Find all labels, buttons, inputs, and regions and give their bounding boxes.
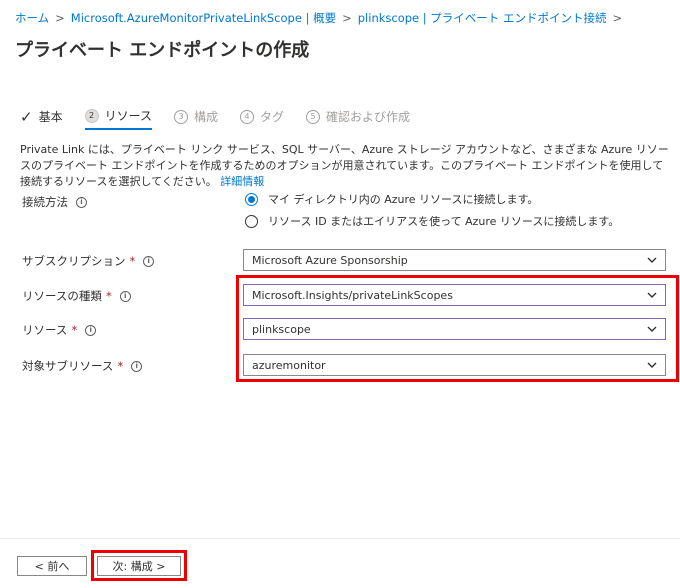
page-title: プライベート エンドポイントの作成 xyxy=(15,40,310,61)
resource-label: リソース * i xyxy=(22,322,97,338)
breadcrumb-resource-link[interactable]: Microsoft.AzureMonitorPrivateLinkScope |… xyxy=(71,10,336,26)
breadcrumb-separator: > xyxy=(342,11,352,25)
field-label: リソース xyxy=(22,323,68,337)
tab-configuration[interactable]: 3 構成 xyxy=(174,108,218,129)
field-label: リソースの種類 xyxy=(22,289,102,303)
chevron-down-icon xyxy=(647,257,657,263)
dropdown-value: Microsoft.Insights/privateLinkScopes xyxy=(252,288,453,302)
info-icon[interactable]: i xyxy=(76,196,87,208)
tab-review-create[interactable]: 5 確認および作成 xyxy=(306,108,410,129)
step-number-badge: 2 xyxy=(84,108,99,123)
step-number-badge: 5 xyxy=(306,109,321,124)
required-asterisk: * xyxy=(129,254,136,268)
tab-resource[interactable]: 2 リソース xyxy=(84,107,152,130)
chevron-down-icon xyxy=(647,326,657,332)
resource-type-label: リソースの種類 * i xyxy=(22,288,131,304)
step-number-badge: 4 xyxy=(240,109,255,124)
radio-connect-resource-id[interactable]: リソース ID またはエイリアスを使って Azure リソースに接続します。 xyxy=(245,213,619,229)
tab-tags[interactable]: 4 タグ xyxy=(240,108,284,129)
dropdown-value: azuremonitor xyxy=(252,358,326,372)
radio-connect-my-directory[interactable]: マイ ディレクトリ内の Azure リソースに接続します。 xyxy=(245,191,538,207)
field-label: サブスクリプション xyxy=(22,254,126,268)
tab-label: 確認および作成 xyxy=(326,110,411,124)
field-label: 接続方法 xyxy=(22,195,68,209)
info-icon[interactable]: i xyxy=(143,255,155,267)
dropdown-value: Microsoft Azure Sponsorship xyxy=(252,253,408,267)
chevron-down-icon xyxy=(647,292,657,298)
tab-basics[interactable]: ✓ 基本 xyxy=(20,108,63,130)
subscription-dropdown[interactable]: Microsoft Azure Sponsorship xyxy=(243,249,666,271)
breadcrumb-endpoint-link[interactable]: plinkscope | プライベート エンドポイント接続 xyxy=(358,10,607,26)
tab-label: 基本 xyxy=(38,110,63,124)
info-icon[interactable]: i xyxy=(131,360,143,372)
target-subresource-label: 対象サブリソース * i xyxy=(22,358,143,374)
tab-label: タグ xyxy=(260,110,285,124)
connection-method-label: 接続方法 i xyxy=(22,194,87,210)
chevron-down-icon xyxy=(647,362,657,368)
next-configuration-button[interactable]: 次: 構成 > xyxy=(97,556,181,576)
intro-description: Private Link には、プライベート リンク サービス、SQL サーバー… xyxy=(20,142,670,190)
required-asterisk: * xyxy=(117,359,124,373)
field-label: 対象サブリソース xyxy=(22,359,114,373)
wizard-tabs: ✓ 基本 2 リソース 3 構成 4 タグ 5 確認および作成 xyxy=(20,107,432,130)
target-subresource-dropdown[interactable]: azuremonitor xyxy=(243,354,666,376)
radio-button[interactable] xyxy=(245,214,258,228)
subscription-label: サブスクリプション * i xyxy=(22,253,155,269)
tab-label: 構成 xyxy=(194,110,219,124)
footer-divider xyxy=(0,538,680,539)
required-asterisk: * xyxy=(105,289,112,303)
breadcrumb-separator: > xyxy=(55,11,65,25)
resource-type-dropdown[interactable]: Microsoft.Insights/privateLinkScopes xyxy=(243,284,666,306)
resource-dropdown[interactable]: plinkscope xyxy=(243,318,666,340)
checkmark-icon: ✓ xyxy=(20,107,33,126)
breadcrumb-home-link[interactable]: ホーム xyxy=(15,10,49,26)
radio-button[interactable] xyxy=(245,192,258,206)
required-asterisk: * xyxy=(71,323,78,337)
tab-label: リソース xyxy=(104,109,152,123)
radio-label: リソース ID またはエイリアスを使って Azure リソースに接続します。 xyxy=(268,215,620,228)
info-icon[interactable]: i xyxy=(119,290,131,302)
intro-text: Private Link には、プライベート リンク サービス、SQL サーバー… xyxy=(20,143,669,188)
learn-more-link[interactable]: 詳細情報 xyxy=(220,175,264,188)
dropdown-value: plinkscope xyxy=(252,322,311,336)
radio-label: マイ ディレクトリ内の Azure リソースに接続します。 xyxy=(268,193,539,206)
previous-button[interactable]: < 前へ xyxy=(17,556,87,576)
info-icon[interactable]: i xyxy=(85,324,97,336)
step-number-badge: 3 xyxy=(174,109,188,124)
breadcrumb-separator: > xyxy=(612,11,623,25)
breadcrumb: ホーム > Microsoft.AzureMonitorPrivateLinkS… xyxy=(15,10,622,26)
